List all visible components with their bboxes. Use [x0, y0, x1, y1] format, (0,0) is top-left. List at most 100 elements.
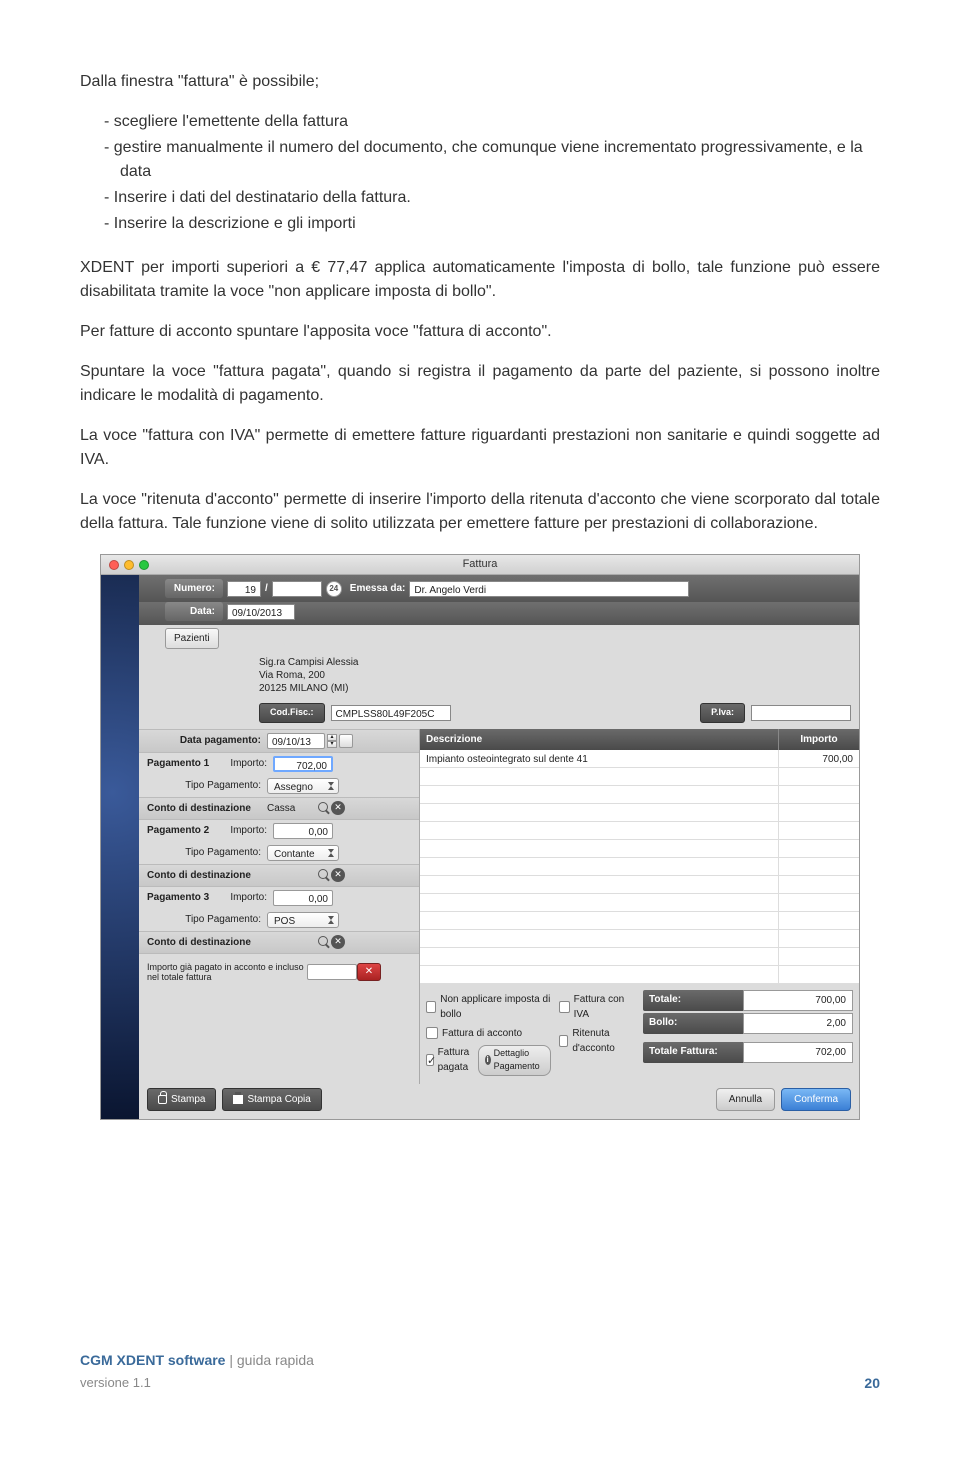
- pag2-tipo-select[interactable]: Contante: [267, 845, 339, 861]
- stampa-copia-button[interactable]: Stampa Copia: [222, 1088, 321, 1111]
- bollo-value: 2,00: [743, 1013, 853, 1034]
- header-row-2: Data: 09/10/2013: [139, 602, 859, 625]
- grid-row[interactable]: [420, 768, 859, 786]
- totals-block: Totale:700,00 Bollo:2,00 Totale Fattura:…: [643, 990, 853, 1078]
- grid-row[interactable]: [420, 858, 859, 876]
- lbl-pagata: Fattura pagata: [438, 1045, 474, 1075]
- data-field[interactable]: 09/10/2013: [227, 604, 295, 620]
- chk-acconto[interactable]: [426, 1027, 438, 1039]
- search-icon[interactable]: [317, 801, 331, 815]
- grid-row[interactable]: [420, 786, 859, 804]
- para-2: Per fatture di acconto spuntare l'apposi…: [80, 320, 880, 344]
- grid-row[interactable]: [420, 804, 859, 822]
- clear-icon[interactable]: ✕: [331, 801, 345, 815]
- grid-row[interactable]: [420, 876, 859, 894]
- grid-row[interactable]: [420, 840, 859, 858]
- pag3-tipo-select[interactable]: POS: [267, 912, 339, 928]
- footer-sep: |: [225, 1352, 236, 1368]
- para-1: XDENT per importi superiori a € 77,47 ap…: [80, 256, 880, 304]
- page-number: 20: [864, 1373, 880, 1394]
- grid-row[interactable]: [420, 894, 859, 912]
- pag1-importo[interactable]: 702,00: [273, 756, 333, 772]
- already-paid-field[interactable]: [307, 964, 357, 980]
- chk-pagata[interactable]: [426, 1054, 434, 1066]
- pag1-conto: Cassa: [267, 801, 317, 816]
- grid-row[interactable]: [420, 822, 859, 840]
- calendar-icon[interactable]: [339, 734, 353, 748]
- conto-label-3: Conto di destinazione: [147, 935, 267, 950]
- data-pagamento-label: Data pagamento:: [147, 733, 267, 748]
- search-icon[interactable]: [317, 868, 331, 882]
- footer-sub: guida rapida: [237, 1352, 314, 1368]
- para-5: La voce "ritenuta d'acconto" permette di…: [80, 488, 880, 536]
- zoom-icon[interactable]: [139, 560, 149, 570]
- print-icon: [233, 1095, 243, 1104]
- window-titlebar[interactable]: Fattura: [101, 555, 859, 575]
- totale-label: Totale:: [643, 990, 743, 1011]
- date-stepper[interactable]: ▴▾: [327, 734, 337, 748]
- totale-value: 700,00: [743, 990, 853, 1011]
- window-title: Fattura: [101, 556, 859, 573]
- dettaglio-pagamento-button[interactable]: iDettaglio Pagamento: [478, 1045, 551, 1076]
- stampa-button[interactable]: Stampa: [147, 1088, 216, 1111]
- tipo-label-2: Tipo Pagamento:: [147, 845, 267, 860]
- patient-city: 20125 MILANO (MI): [259, 682, 859, 695]
- numero-suffix-field[interactable]: [272, 581, 322, 597]
- grid-row[interactable]: Impianto osteointegrato sul dente 41 700…: [420, 750, 859, 768]
- intro: Dalla finestra "fattura" è possibile;: [80, 70, 880, 94]
- lbl-acconto: Fattura di acconto: [442, 1026, 522, 1041]
- grid-row[interactable]: [420, 948, 859, 966]
- piva-field[interactable]: [751, 705, 851, 721]
- search-icon[interactable]: [317, 935, 331, 949]
- delete-button[interactable]: ✕: [357, 963, 381, 981]
- footer-options: Non applicare imposta di bollo Fattura d…: [420, 984, 859, 1084]
- document-body: Dalla finestra "fattura" è possibile; sc…: [80, 70, 880, 536]
- numero-sep: /: [265, 581, 268, 596]
- bullet-3: Inserire i dati del destinatario della f…: [80, 186, 880, 210]
- conto-label-2: Conto di destinazione: [147, 868, 267, 883]
- pag3-importo[interactable]: 0,00: [273, 890, 333, 906]
- clear-icon[interactable]: ✕: [331, 935, 345, 949]
- bullet-2: gestire manualmente il numero del docume…: [80, 136, 880, 184]
- conto-label-1: Conto di destinazione: [147, 801, 267, 816]
- importo-label-2: Importo:: [227, 823, 273, 838]
- tipo-label-3: Tipo Pagamento:: [147, 912, 267, 927]
- pag1-tipo-select[interactable]: Assegno: [267, 778, 339, 794]
- grid-row[interactable]: [420, 912, 859, 930]
- grid-row[interactable]: [420, 966, 859, 984]
- data-pagamento-field[interactable]: 09/10/13: [267, 733, 325, 749]
- minimize-icon[interactable]: [124, 560, 134, 570]
- pag2-label: Pagamento 2: [147, 823, 227, 838]
- close-icon[interactable]: [109, 560, 119, 570]
- col-descrizione: Descrizione: [420, 729, 779, 750]
- bullet-1: scegliere l'emettente della fattura: [80, 110, 880, 134]
- numero-field[interactable]: 19: [227, 581, 261, 597]
- col-importo: Importo: [779, 729, 859, 750]
- para-4: La voce "fattura con IVA" permette di em…: [80, 424, 880, 472]
- header-row-1: Numero: 19 / 24 Emessa da: Dr. Angelo Ve…: [139, 575, 859, 602]
- chk-no-bollo[interactable]: [426, 1001, 436, 1013]
- lbl-no-bollo: Non applicare imposta di bollo: [440, 992, 550, 1022]
- totfatt-value: 702,00: [743, 1042, 853, 1063]
- bullet-4: Inserire la descrizione e gli importi: [80, 212, 880, 236]
- pag3-label: Pagamento 3: [147, 890, 227, 905]
- chk-iva[interactable]: [559, 1001, 570, 1013]
- patient-name: Sig.ra Campisi Alessia: [259, 656, 859, 669]
- annulla-button[interactable]: Annulla: [716, 1088, 775, 1111]
- fattura-window: Fattura Numero: 19 / 24 Emessa da: Dr. A…: [100, 554, 860, 1120]
- conferma-button[interactable]: Conferma: [781, 1088, 851, 1111]
- pazienti-button[interactable]: Pazienti: [165, 628, 219, 649]
- patient-address: Sig.ra Campisi Alessia Via Roma, 200 201…: [139, 652, 859, 699]
- bollo-label: Bollo:: [643, 1013, 743, 1034]
- pag2-importo[interactable]: 0,00: [273, 823, 333, 839]
- emessa-label: Emessa da:: [350, 581, 406, 596]
- grid-row[interactable]: [420, 930, 859, 948]
- piva-label: P.Iva:: [700, 703, 745, 723]
- lbl-ritenuta: Ritenuta d'acconto: [572, 1026, 635, 1056]
- hours-icon[interactable]: 24: [326, 581, 342, 597]
- emessa-field[interactable]: Dr. Angelo Verdi: [409, 581, 689, 597]
- codfisc-label: Cod.Fisc.:: [259, 703, 325, 723]
- chk-ritenuta[interactable]: [559, 1035, 569, 1047]
- codfisc-field[interactable]: CMPLSS80L49F205C: [331, 705, 451, 721]
- clear-icon[interactable]: ✕: [331, 868, 345, 882]
